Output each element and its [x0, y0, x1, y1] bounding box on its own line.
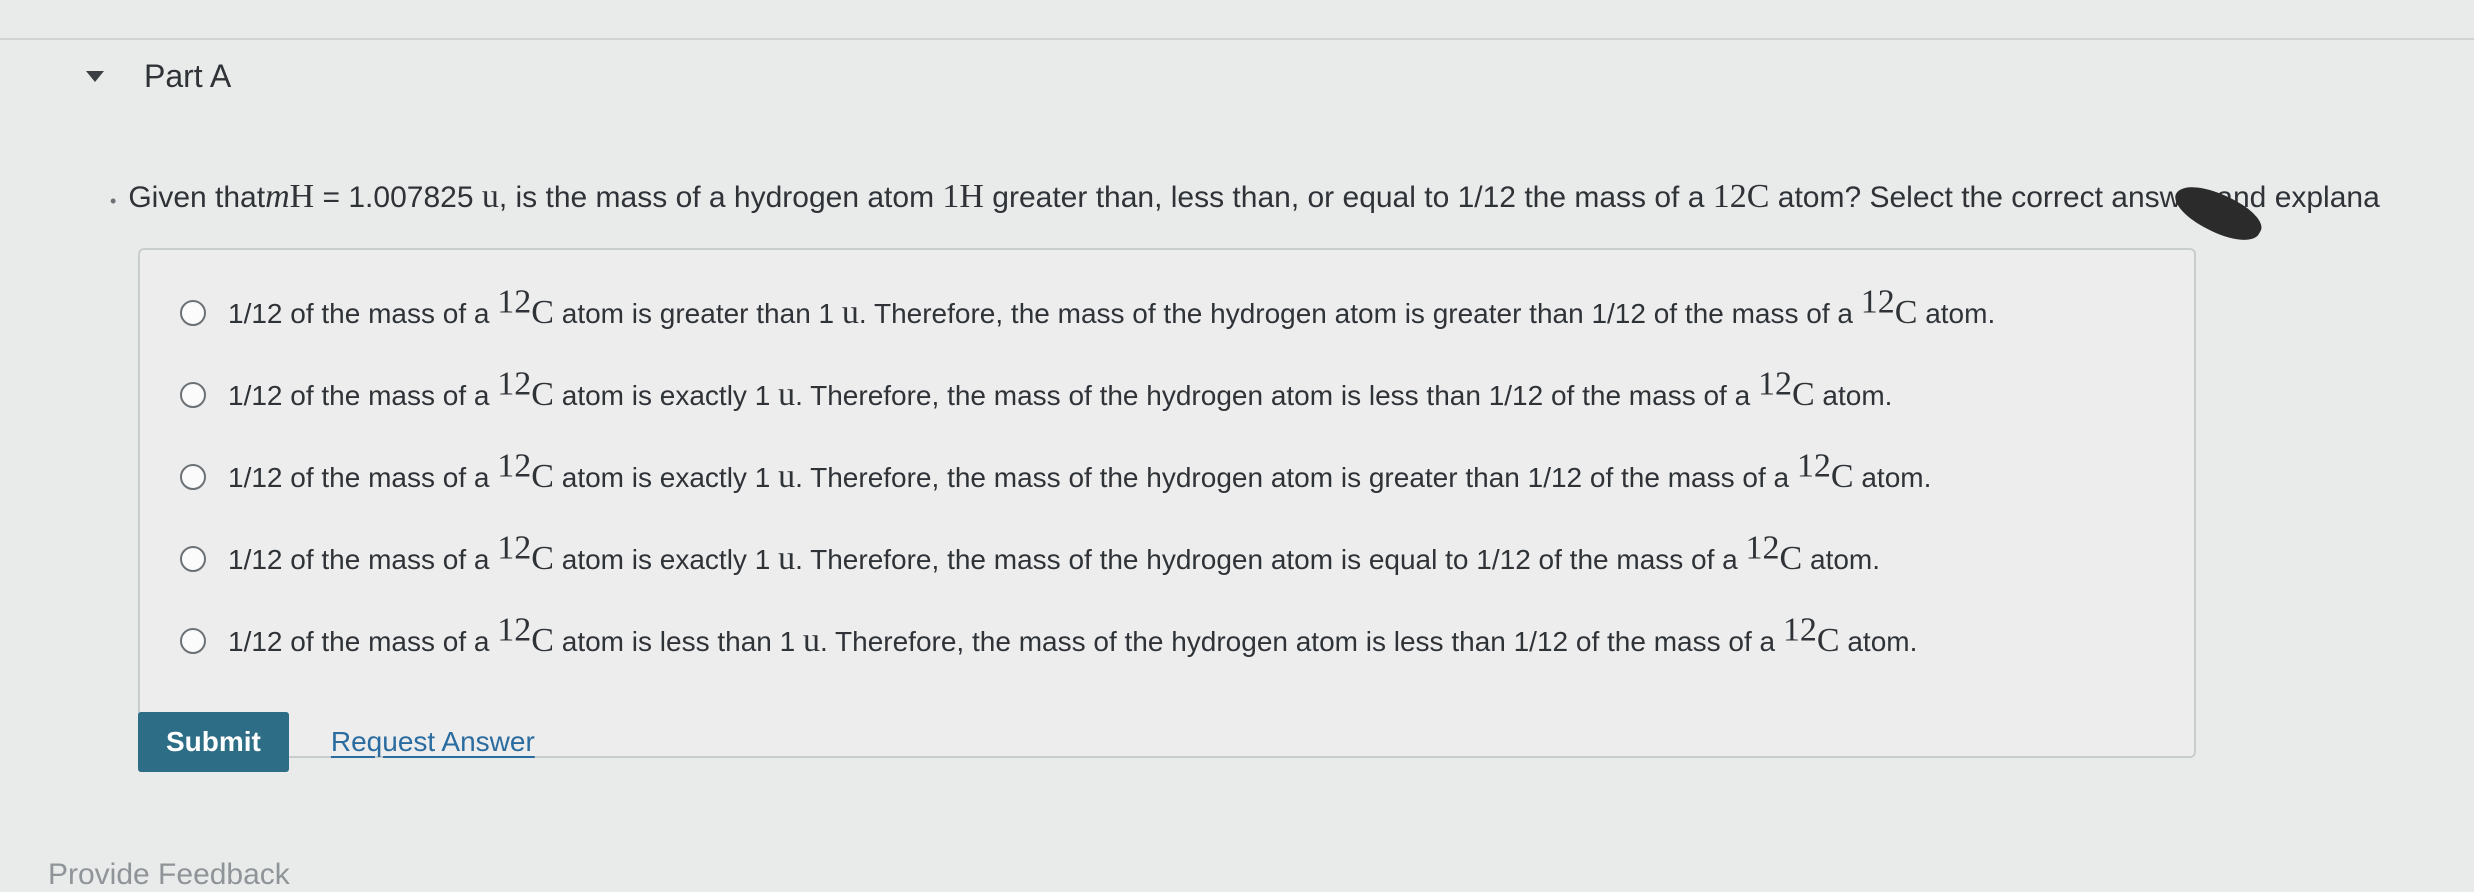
caret-down-icon[interactable]	[86, 71, 104, 82]
question-after-h: greater than, less than, or equal to 1/1…	[983, 181, 1713, 214]
answer-option-5[interactable]: 1/12 of the mass of a 12C atom is less t…	[180, 611, 1918, 660]
radio-button[interactable]	[180, 300, 206, 326]
mass-unit: u	[481, 178, 499, 215]
radio-button[interactable]	[180, 464, 206, 490]
top-divider	[0, 38, 2474, 40]
question-tail: atom? Select the correct answer and expl…	[1769, 181, 2380, 214]
radio-button[interactable]	[180, 546, 206, 572]
option-text: 1/12 of the mass of a 12C atom is less t…	[228, 611, 1918, 659]
option-text: 1/12 of the mass of a 12C atom is exactl…	[228, 447, 1932, 495]
provide-feedback-link[interactable]: Provide Feedback	[48, 858, 290, 892]
carbon-symbol: C	[1746, 178, 1770, 215]
radio-button[interactable]	[180, 382, 206, 408]
answer-option-3[interactable]: 1/12 of the mass of a 12C atom is exactl…	[180, 447, 1932, 496]
hydrogen-symbol: H	[959, 178, 984, 215]
submit-button[interactable]: Submit	[138, 712, 289, 772]
request-answer-link[interactable]: Request Answer	[331, 726, 535, 758]
part-header[interactable]: Part A	[86, 58, 231, 95]
answer-options-box: 1/12 of the mass of a 12C atom is greate…	[138, 248, 2196, 758]
answer-option-2[interactable]: 1/12 of the mass of a 12C atom is exactl…	[180, 365, 1893, 414]
action-bar: Submit Request Answer	[138, 712, 535, 772]
answer-option-1[interactable]: 1/12 of the mass of a 12C atom is greate…	[180, 283, 1996, 332]
question-text: • Given that m H = 1.007825 u , is the ma…	[110, 178, 2380, 215]
mass-symbol: m	[265, 178, 290, 215]
radio-button[interactable]	[180, 628, 206, 654]
option-text: 1/12 of the mass of a 12C atom is exactl…	[228, 529, 1881, 577]
mass-value: = 1.007825	[314, 181, 482, 214]
question-marker-icon: •	[110, 191, 117, 211]
question-lead: Given that	[128, 181, 266, 214]
option-text: 1/12 of the mass of a 12C atom is greate…	[228, 283, 1996, 331]
answer-option-4[interactable]: 1/12 of the mass of a 12C atom is exactl…	[180, 529, 1881, 578]
question-mid: , is the mass of a hydrogen atom	[498, 181, 943, 214]
option-text: 1/12 of the mass of a 12C atom is exactl…	[228, 365, 1893, 413]
part-title: Part A	[144, 58, 232, 94]
